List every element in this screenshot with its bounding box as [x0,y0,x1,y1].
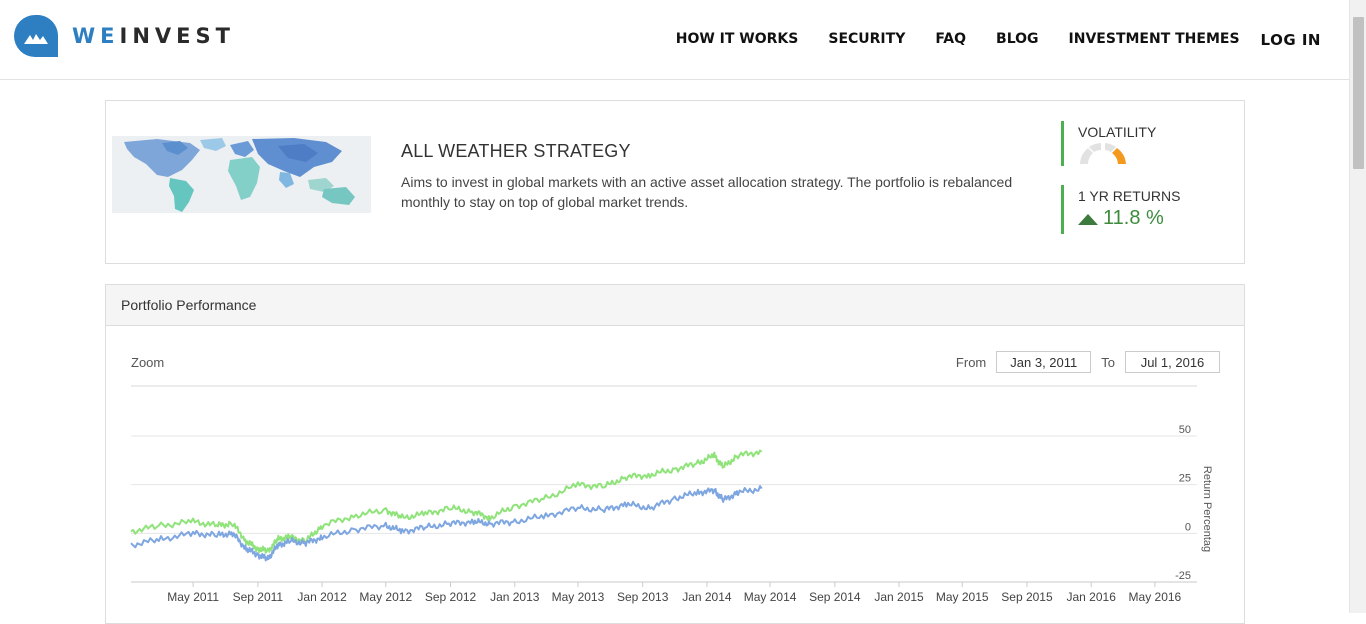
scrollbar-thumb[interactable] [1353,17,1364,169]
x-tick-label: Sep 2015 [1001,590,1053,604]
returns-label: 1 YR RETURNS [1078,188,1181,204]
x-tick-label: Sep 2014 [809,590,861,604]
x-tick-label: May 2014 [744,590,797,604]
performance-heading: Portfolio Performance [106,285,1244,326]
y-tick-label: 25 [1179,473,1191,485]
x-tick-label: May 2016 [1129,590,1182,604]
performance-panel: Portfolio Performance Zoom From To 50 25 0… [105,284,1245,624]
nav-blog[interactable]: BLOG [996,31,1039,49]
page-scrollbar[interactable] [1349,0,1366,613]
x-tick-label: Sep 2013 [617,590,669,604]
from-label: From [955,354,987,370]
x-tick-label: Sep 2012 [425,590,477,604]
nav-log-in[interactable]: LOG IN [1261,31,1321,49]
nav-faq[interactable]: FAQ [935,31,966,49]
top-header: WEINVEST HOW IT WORKS SECURITY FAQ BLOG … [0,0,1349,80]
date-range-selector: From To [956,351,1220,373]
to-label: To [1101,354,1115,370]
from-date-input[interactable] [996,351,1092,373]
nav-how-it-works[interactable]: HOW IT WORKS [676,31,799,49]
x-tick-label: Jan 2013 [490,590,540,604]
x-tick-label: Jan 2015 [874,590,924,604]
nav-security[interactable]: SECURITY [828,31,905,49]
returns-value: 11.8 % [1103,207,1164,229]
y-tick-label: -25 [1175,570,1191,582]
triangle-up-icon [1078,213,1098,225]
volatility-label: VOLATILITY [1078,124,1157,140]
x-tick-label: May 2011 [167,590,219,604]
weinvest-logo[interactable]: WEINVEST [14,15,235,57]
y-tick-label: 0 [1185,521,1191,533]
y-axis-label: Return Percentag [1201,466,1213,552]
main-nav: HOW IT WORKS SECURITY FAQ BLOG INVESTMEN… [646,31,1321,49]
x-tick-label: Jan 2016 [1066,590,1116,604]
logo-wordmark: WEINVEST [72,24,235,48]
volatility-metric: VOLATILITY [1061,121,1156,166]
gauge-icon [1080,143,1126,164]
nav-investment-themes[interactable]: INVESTMENT THEMES [1069,31,1240,49]
strategy-title: ALL WEATHER STRATEGY [401,141,631,161]
x-tick-label: May 2013 [552,590,605,604]
world-map-image [112,136,371,213]
x-tick-label: Sep 2011 [233,590,284,604]
x-tick-label: May 2015 [936,590,989,604]
zoom-label: Zoom [131,355,165,370]
to-date-input[interactable] [1125,351,1220,373]
returns-metric: 1 YR RETURNS 11.8 % [1061,185,1180,234]
x-tick-label: Jan 2012 [297,590,347,604]
x-tick-label: May 2012 [359,590,412,604]
performance-chart[interactable]: 50 25 0 -25 May 2011 Sep 2011 Jan 2012 May 2012… [106,377,1244,613]
strategy-description: Aims to invest in global markets with an… [401,174,1013,210]
y-tick-label: 50 [1179,424,1191,436]
logo-badge-icon [14,15,58,57]
strategy-card: ALL WEATHER STRATEGY Aims to invest in g… [105,100,1245,264]
x-tick-label: Jan 2014 [682,590,732,604]
